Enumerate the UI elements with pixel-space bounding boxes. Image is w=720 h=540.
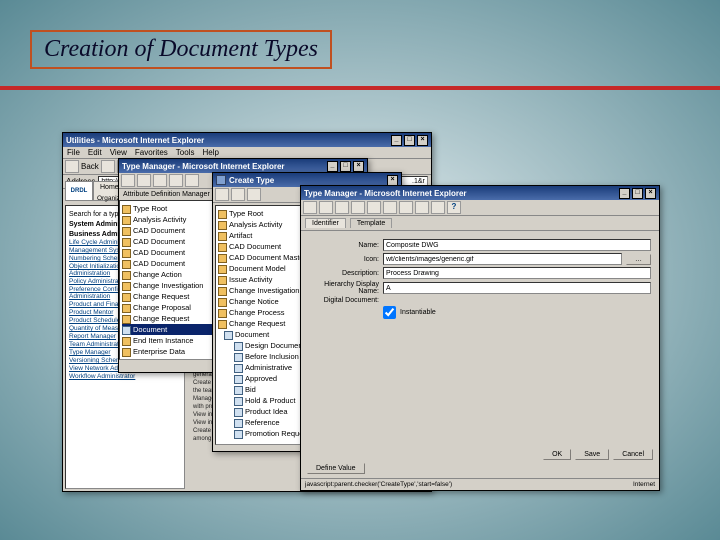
win1-title: Utilities - Microsoft Internet Explorer <box>66 136 204 145</box>
tool-btn[interactable] <box>121 174 135 187</box>
close-button[interactable]: × <box>387 175 398 186</box>
minimize-button[interactable]: _ <box>619 188 630 199</box>
tool-btn[interactable] <box>169 174 183 187</box>
help-icon[interactable]: ? <box>447 201 461 214</box>
status-right: Internet <box>633 481 655 488</box>
type-form-window: Type Manager - Microsoft Internet Explor… <box>300 185 660 491</box>
tool-btn[interactable] <box>153 174 167 187</box>
sidebar-link[interactable]: Workflow Administrator <box>69 373 181 380</box>
win4-tabs: Identifier Template <box>301 216 659 231</box>
menu-tools[interactable]: Tools <box>176 148 195 157</box>
tool-btn[interactable] <box>415 201 429 214</box>
win4-statusbar: javascript:parent.checker('CreateType','… <box>301 478 659 490</box>
name-label: Name: <box>309 242 379 249</box>
maximize-button[interactable]: □ <box>404 135 415 146</box>
status-left: javascript:parent.checker('CreateType','… <box>305 481 452 488</box>
menu-file[interactable]: File <box>67 148 80 157</box>
ok-button[interactable]: OK <box>543 449 571 460</box>
icon-input[interactable] <box>383 253 622 265</box>
tool-btn[interactable] <box>303 201 317 214</box>
icon-label: Icon: <box>309 256 379 263</box>
tree-item[interactable]: Change Investigation <box>122 280 216 291</box>
tool-btn[interactable] <box>351 201 365 214</box>
win2-title: Type Manager - Microsoft Internet Explor… <box>122 162 285 171</box>
cancel-button[interactable]: Cancel <box>613 449 653 460</box>
tool-btn[interactable] <box>247 188 261 201</box>
win3-title: Create Type <box>229 176 274 185</box>
slide-title: Creation of Document Types <box>30 30 332 69</box>
java-icon <box>216 175 226 185</box>
tree-item-document[interactable]: Document <box>122 324 216 335</box>
close-button[interactable]: × <box>353 161 364 172</box>
win4-toolbar: ? <box>301 200 659 216</box>
tree-item[interactable]: Analysis Activity <box>122 214 216 225</box>
win1-titlebar[interactable]: Utilities - Microsoft Internet Explorer … <box>63 133 431 147</box>
win2-tree[interactable]: Type Root Analysis ActivityCAD DocumentC… <box>119 200 219 360</box>
tool-btn[interactable] <box>215 188 229 201</box>
drdl-logo: DRDL <box>65 181 93 201</box>
maximize-button[interactable]: □ <box>340 161 351 172</box>
tree-item[interactable]: Library <box>122 357 216 360</box>
minimize-button[interactable]: _ <box>391 135 402 146</box>
tree-root[interactable]: Type Root <box>122 203 216 214</box>
digital-label: Digital Document: <box>309 297 379 304</box>
tree-item[interactable]: Change Action <box>122 269 216 280</box>
tool-btn[interactable] <box>383 201 397 214</box>
tree-item[interactable]: Enterprise Data <box>122 346 216 357</box>
tree-item[interactable]: Change Proposal <box>122 302 216 313</box>
menu-help[interactable]: Help <box>202 148 218 157</box>
tool-btn[interactable] <box>185 174 199 187</box>
tab-template[interactable]: Template <box>350 218 392 228</box>
tree-item[interactable]: Change Request <box>122 291 216 302</box>
close-button[interactable]: × <box>645 188 656 199</box>
tool-btn[interactable] <box>335 201 349 214</box>
tree-item[interactable]: Change Request <box>122 313 216 324</box>
tree-item[interactable]: CAD Document <box>122 225 216 236</box>
close-button[interactable]: × <box>417 135 428 146</box>
menu-edit[interactable]: Edit <box>88 148 102 157</box>
name-input[interactable] <box>383 239 651 251</box>
win4-titlebar[interactable]: Type Manager - Microsoft Internet Explor… <box>301 186 659 200</box>
title-divider <box>0 86 720 90</box>
browse-button[interactable]: … <box>626 254 651 265</box>
back-button[interactable] <box>65 160 79 173</box>
minimize-button[interactable]: _ <box>327 161 338 172</box>
tree-item[interactable]: CAD Document <box>122 247 216 258</box>
instantiable-label: Instantiable <box>400 309 436 316</box>
menu-favorites[interactable]: Favorites <box>135 148 168 157</box>
tool-btn[interactable] <box>137 174 151 187</box>
back-label: Back <box>81 162 99 171</box>
save-button[interactable]: Save <box>575 449 609 460</box>
hier-input[interactable] <box>383 282 651 294</box>
hier-label: Hierarchy Display Name: <box>309 281 379 295</box>
tree-item[interactable]: CAD Document <box>122 236 216 247</box>
desc-input[interactable] <box>383 267 651 279</box>
win2-titlebar[interactable]: Type Manager - Microsoft Internet Explor… <box>119 159 367 173</box>
menu-view[interactable]: View <box>110 148 127 157</box>
desc-label: Description: <box>309 270 379 277</box>
tab-identifier[interactable]: Identifier <box>305 218 346 228</box>
forward-button[interactable] <box>101 160 115 173</box>
tree-item[interactable]: CAD Document <box>122 258 216 269</box>
tool-btn[interactable] <box>367 201 381 214</box>
win4-title: Type Manager - Microsoft Internet Explor… <box>304 189 467 198</box>
instantiable-checkbox[interactable] <box>383 306 396 319</box>
tool-btn[interactable] <box>319 201 333 214</box>
maximize-button[interactable]: □ <box>632 188 643 199</box>
tool-btn[interactable] <box>399 201 413 214</box>
define-value-button[interactable]: Define Value <box>307 463 365 474</box>
tree-item[interactable]: End Item Instance <box>122 335 216 346</box>
tool-btn[interactable] <box>231 188 245 201</box>
tool-btn[interactable] <box>431 201 445 214</box>
